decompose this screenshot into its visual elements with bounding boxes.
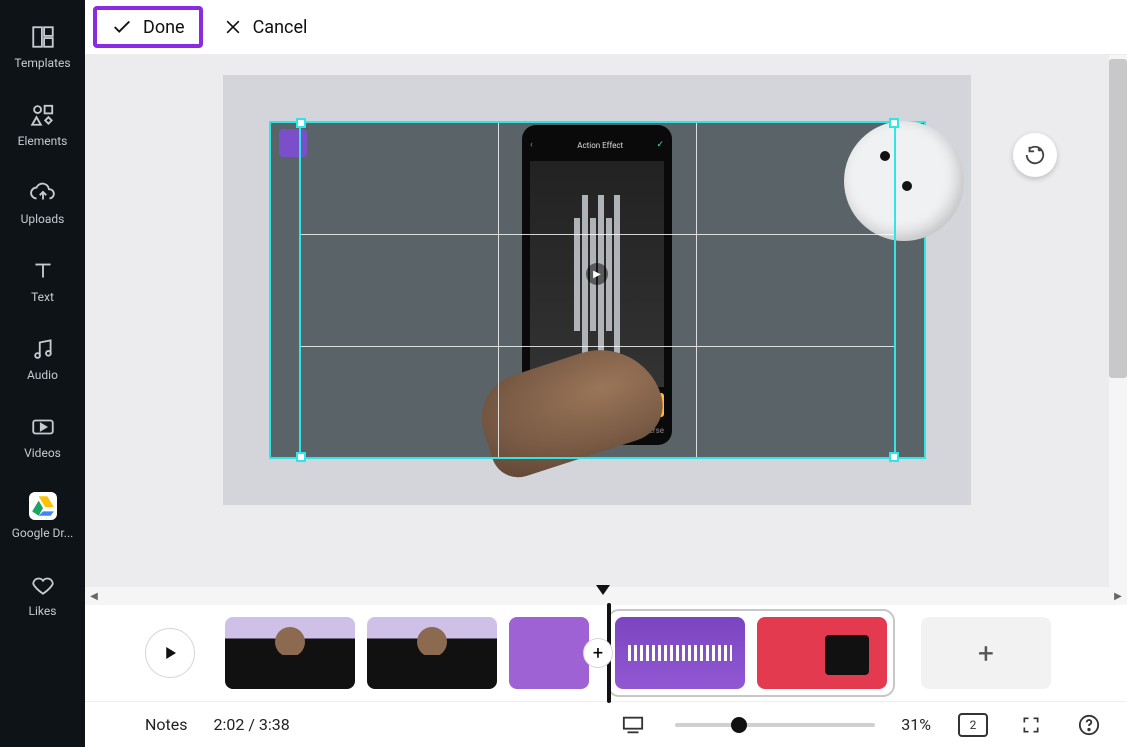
timeline-clip[interactable]: [225, 617, 355, 689]
elements-icon: [30, 102, 56, 128]
zoom-percent[interactable]: 31%: [901, 715, 931, 734]
check-icon: [111, 16, 133, 38]
grid-line: [301, 234, 894, 235]
canvas-wrap: ‹ Action Effect ✓ ▶ Curv: [85, 55, 1127, 587]
horizontal-scrollbar[interactable]: ◀ ▶: [85, 587, 1127, 605]
zoom-track[interactable]: [675, 723, 875, 727]
timeline-clip[interactable]: [509, 617, 589, 689]
sidebar-label-uploads: Uploads: [21, 212, 65, 226]
help-button[interactable]: [1073, 709, 1105, 741]
footer-bar: Notes 2:02 / 3:38 31% 2: [85, 701, 1127, 747]
templates-icon: [30, 24, 56, 50]
main-column: Done Cancel ‹: [85, 0, 1127, 747]
timeline: + +: [85, 605, 1127, 701]
view-mode-button[interactable]: [617, 709, 649, 741]
fullscreen-button[interactable]: [1015, 709, 1047, 741]
sidebar-item-uploads[interactable]: Uploads: [0, 166, 85, 242]
audio-icon: [30, 336, 56, 362]
done-label: Done: [143, 17, 185, 38]
scrollbar-thumb[interactable]: [1109, 59, 1127, 378]
videos-icon: [30, 414, 56, 440]
sidebar-item-google-drive[interactable]: Google Dr...: [0, 478, 85, 556]
pages-count: 2: [970, 718, 977, 732]
close-icon: [223, 17, 243, 37]
scroll-left-icon[interactable]: ◀: [85, 587, 103, 605]
add-scene-button[interactable]: +: [921, 617, 1051, 689]
heart-icon: [30, 572, 56, 598]
google-drive-icon: [29, 492, 57, 520]
sidebar-label-gdrive: Google Dr...: [12, 526, 74, 540]
play-button[interactable]: [145, 628, 195, 678]
sidebar-item-elements[interactable]: Elements: [0, 88, 85, 164]
crop-area[interactable]: ‹ Action Effect ✓ ▶ Curv: [269, 121, 926, 459]
play-icon: [161, 644, 179, 662]
done-button[interactable]: Done: [93, 6, 203, 48]
regenerate-button[interactable]: [1013, 133, 1057, 177]
view-icon: [622, 715, 644, 735]
sidebar-item-templates[interactable]: Templates: [0, 10, 85, 86]
sidebar-label-videos: Videos: [24, 446, 61, 460]
crop-handle-bl[interactable]: [296, 452, 306, 462]
sidebar-label-text: Text: [31, 290, 54, 304]
pages-icon: 2: [958, 713, 988, 737]
sidebar-item-likes[interactable]: Likes: [0, 558, 85, 634]
scroll-track[interactable]: [103, 587, 1109, 605]
page-frame: ‹ Action Effect ✓ ▶ Curv: [223, 75, 971, 505]
crop-handle-tl[interactable]: [296, 118, 306, 128]
timeline-clip[interactable]: [757, 617, 887, 689]
fullscreen-icon: [1021, 715, 1041, 735]
text-icon: [30, 258, 56, 284]
grid-line: [498, 123, 499, 457]
pages-button[interactable]: 2: [957, 709, 989, 741]
timeline-clip-group[interactable]: [607, 609, 895, 697]
retry-icon: [1024, 144, 1046, 166]
crop-box[interactable]: [299, 121, 896, 459]
uploads-icon: [30, 180, 56, 206]
grid-line: [301, 346, 894, 347]
cancel-button[interactable]: Cancel: [209, 11, 322, 44]
crop-toolbar: Done Cancel: [85, 0, 1127, 55]
timeline-clip[interactable]: [615, 617, 745, 689]
sidebar-item-videos[interactable]: Videos: [0, 400, 85, 476]
insert-clip-button[interactable]: +: [583, 638, 613, 668]
sidebar-label-audio: Audio: [27, 368, 58, 382]
scroll-right-icon[interactable]: ▶: [1109, 587, 1127, 605]
sidebar-label-elements: Elements: [18, 134, 68, 148]
sidebar-label-likes: Likes: [29, 604, 57, 618]
crop-handle-br[interactable]: [889, 452, 899, 462]
cancel-label: Cancel: [253, 17, 308, 38]
sidebar: Templates Elements Uploads Text Audio Vi…: [0, 0, 85, 747]
canvas-scroll[interactable]: ‹ Action Effect ✓ ▶ Curv: [85, 55, 1109, 587]
vertical-scrollbar[interactable]: [1109, 55, 1127, 587]
sidebar-item-audio[interactable]: Audio: [0, 322, 85, 398]
playhead-marker[interactable]: [596, 585, 610, 595]
grid-line: [696, 123, 697, 457]
sidebar-item-text[interactable]: Text: [0, 244, 85, 320]
timeline-clip[interactable]: [367, 617, 497, 689]
notes-button[interactable]: Notes: [145, 715, 188, 734]
sidebar-label-templates: Templates: [14, 56, 70, 70]
zoom-slider[interactable]: [675, 723, 875, 727]
crop-handle-tr[interactable]: [889, 118, 899, 128]
help-icon: [1078, 714, 1100, 736]
time-display: 2:02 / 3:38: [214, 715, 290, 734]
zoom-thumb[interactable]: [731, 717, 747, 733]
